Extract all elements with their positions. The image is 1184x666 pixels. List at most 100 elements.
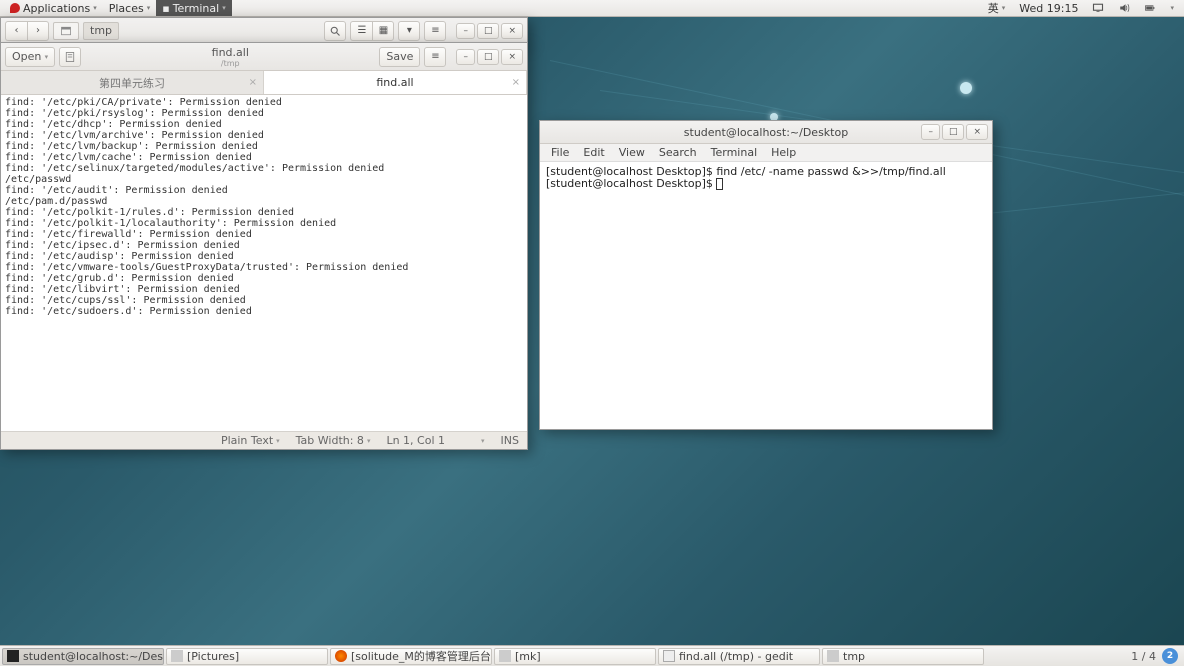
applications-menu[interactable]: Applications ▾	[4, 0, 103, 16]
status-bar: Plain Text▾ Tab Width: 8▾ Ln 1, Col 1 ▾ …	[1, 431, 527, 449]
tab-doc1[interactable]: 第四单元练习 ×	[1, 71, 264, 94]
task-label: [solitude_M的博客管理后台-51…	[351, 648, 492, 664]
view-list-button[interactable]: ☰	[350, 21, 372, 41]
close-icon[interactable]: ×	[512, 77, 520, 88]
syntax-label: Plain Text	[221, 434, 273, 447]
path-segment-button[interactable]: tmp	[83, 22, 119, 40]
chevron-down-icon: ▾	[367, 437, 371, 445]
open-label: Open	[12, 50, 41, 63]
wallpaper-dot	[960, 82, 972, 94]
view-grid-button[interactable]: ▦	[372, 21, 394, 41]
chevron-down-icon: ▾	[222, 4, 226, 12]
forward-button[interactable]: ›	[27, 21, 49, 41]
task-terminal[interactable]: student@localhost:~/Desktop	[2, 648, 164, 665]
terminal-icon: ▪	[162, 2, 169, 15]
applications-label: Applications	[23, 2, 90, 15]
chevron-down-icon: ▾	[1170, 4, 1174, 12]
new-tab-button[interactable]	[59, 47, 81, 67]
clock[interactable]: Wed 19:15	[1013, 2, 1084, 15]
view-options-button[interactable]: ▾	[398, 21, 420, 41]
task-label: [Pictures]	[187, 650, 239, 663]
terminal-body[interactable]: [student@localhost Desktop]$ find /etc/ …	[540, 162, 992, 429]
terminal-window: student@localhost:~/Desktop – □ × File E…	[539, 120, 993, 430]
path-segment-label: tmp	[90, 24, 112, 37]
task-label: find.all (/tmp) - gedit	[679, 650, 793, 663]
menu-help[interactable]: Help	[764, 146, 803, 159]
open-button[interactable]: Open ▾	[5, 47, 55, 67]
gedit-window: Open ▾ find.all /tmp Save ≡ – □ × 第四单元练习…	[0, 42, 528, 450]
tab-label: 第四单元练习	[99, 75, 165, 91]
volume-icon[interactable]	[1112, 2, 1136, 14]
close-button[interactable]: ×	[501, 23, 523, 39]
task-label: [mk]	[515, 650, 541, 663]
task-firefox[interactable]: [solitude_M的博客管理后台-51…	[330, 648, 492, 665]
battery-icon[interactable]	[1138, 2, 1162, 14]
folder-icon	[499, 650, 511, 662]
minimize-button[interactable]: –	[456, 23, 475, 39]
task-tmp[interactable]: tmp	[822, 648, 984, 665]
file-manager-window: ‹ › tmp ☰ ▦ ▾ ≡ – □ ×	[0, 17, 528, 45]
gedit-icon	[663, 650, 675, 662]
maximize-button[interactable]: □	[942, 124, 965, 140]
minimize-button[interactable]: –	[456, 49, 475, 65]
search-button[interactable]	[324, 21, 346, 41]
menu-file[interactable]: File	[544, 146, 576, 159]
user-menu[interactable]: ▾	[1164, 4, 1180, 12]
minimize-button[interactable]: –	[921, 124, 940, 140]
places-menu[interactable]: Places ▾	[103, 0, 157, 16]
window-title: find.all /tmp	[85, 46, 375, 68]
tabwidth-selector[interactable]: Tab Width: 8▾	[296, 434, 371, 447]
menu-search[interactable]: Search	[652, 146, 704, 159]
chevron-down-icon[interactable]: ▾	[481, 437, 485, 445]
cursor-position: Ln 1, Col 1	[386, 434, 445, 447]
title-text: student@localhost:~/Desktop	[684, 126, 848, 139]
syntax-selector[interactable]: Plain Text▾	[221, 434, 280, 447]
maximize-button[interactable]: □	[477, 49, 500, 65]
maximize-button[interactable]: □	[477, 23, 500, 39]
insert-mode[interactable]: INS	[501, 434, 519, 447]
terminal-launcher-label: Terminal	[173, 2, 220, 15]
command-text: find /etc/ -name passwd &>>/tmp/find.all	[716, 165, 945, 178]
back-button[interactable]: ‹	[5, 21, 27, 41]
insert-label: INS	[501, 434, 519, 447]
task-pictures[interactable]: [Pictures]	[166, 648, 328, 665]
path-root-button[interactable]	[53, 22, 79, 40]
tab-label: find.all	[376, 76, 413, 89]
tabwidth-label: Tab Width: 8	[296, 434, 364, 447]
screen-icon[interactable]	[1086, 2, 1110, 14]
chevron-down-icon: ▾	[45, 53, 49, 61]
save-label: Save	[386, 50, 413, 63]
close-button[interactable]: ×	[966, 124, 988, 140]
task-gedit[interactable]: find.all (/tmp) - gedit	[658, 648, 820, 665]
notification-badge[interactable]: 2	[1162, 648, 1178, 664]
title-subtitle: /tmp	[85, 59, 375, 68]
firefox-icon	[335, 650, 347, 662]
tab-doc2[interactable]: find.all ×	[264, 71, 527, 94]
nav-buttons: ‹ ›	[5, 21, 49, 41]
ime-indicator[interactable]: 英▾	[982, 0, 1012, 16]
title-text: find.all	[212, 46, 249, 59]
chevron-down-icon: ▾	[93, 4, 97, 12]
editor-area[interactable]: find: '/etc/pki/CA/private': Permission …	[1, 95, 527, 431]
workspace-indicator[interactable]: 1 / 4	[1131, 650, 1156, 663]
close-button[interactable]: ×	[501, 49, 523, 65]
redhat-icon	[10, 3, 20, 13]
hamburger-menu-button[interactable]: ≡	[424, 47, 446, 67]
terminal-icon	[7, 650, 19, 662]
top-panel: Applications ▾ Places ▾ ▪ Terminal ▾ 英▾ …	[0, 0, 1184, 17]
folder-icon	[171, 650, 183, 662]
chevron-down-icon: ▾	[147, 4, 151, 12]
task-mk[interactable]: [mk]	[494, 648, 656, 665]
ime-label: 英	[988, 0, 999, 16]
cursor	[716, 178, 723, 190]
menu-view[interactable]: View	[612, 146, 652, 159]
chevron-down-icon: ▾	[1002, 4, 1006, 12]
menu-edit[interactable]: Edit	[576, 146, 611, 159]
hamburger-menu-button[interactable]: ≡	[424, 21, 446, 41]
folder-icon	[827, 650, 839, 662]
terminal-menu-launcher[interactable]: ▪ Terminal ▾	[156, 0, 231, 16]
close-icon[interactable]: ×	[249, 77, 257, 88]
menu-terminal[interactable]: Terminal	[704, 146, 765, 159]
save-button[interactable]: Save	[379, 47, 420, 67]
document-tabs: 第四单元练习 × find.all ×	[1, 71, 527, 95]
